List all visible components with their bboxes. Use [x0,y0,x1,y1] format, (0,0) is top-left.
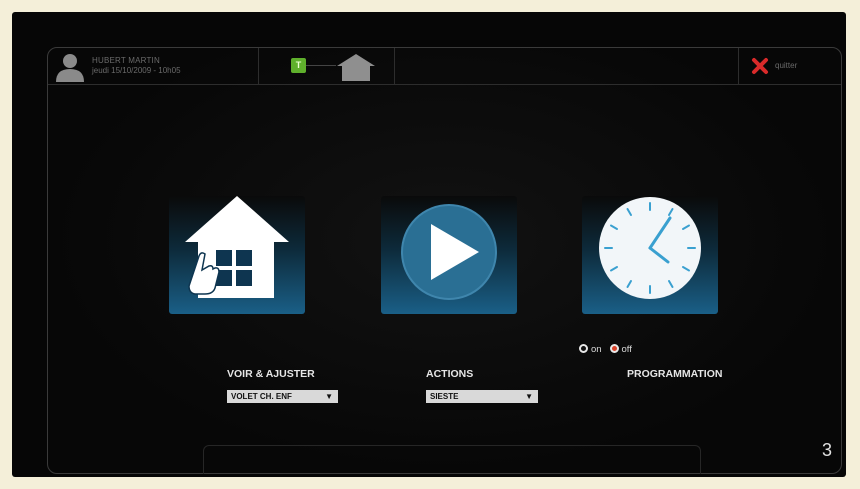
programmation-label: PROGRAMMATION [627,368,723,380]
radio-off-option[interactable]: off [609,343,632,355]
play-icon [401,204,497,300]
voir-ajuster-select[interactable]: VOLET CH. ENF ▼ [227,390,338,403]
topbar-divider [738,48,739,84]
actions-select-value: SIESTE [430,392,459,401]
top-bar: HUBERT MARTIN jeudi 15/10/2009 - 10h05 T… [48,48,841,85]
status-connector [306,65,336,66]
actions-label: ACTIONS [426,368,474,380]
house-hand-icon [185,196,289,298]
chevron-down-icon: ▼ [325,392,333,401]
topbar-divider [394,48,395,84]
home-icon[interactable] [336,53,376,81]
topbar-divider [258,48,259,84]
radio-off-icon[interactable] [609,343,619,353]
programmation-tile[interactable] [582,196,718,314]
touch-screen: HUBERT MARTIN jeudi 15/10/2009 - 10h05 T… [47,47,842,474]
status-badge[interactable]: T [291,58,306,73]
radio-on-label: on [591,344,602,355]
programmation-radio-group: on off [579,343,632,355]
radio-on-option[interactable]: on [579,343,604,355]
user-datetime: jeudi 15/10/2009 - 10h05 [92,66,181,75]
close-icon[interactable] [751,57,769,75]
radio-on-icon[interactable] [579,343,588,353]
voir-ajuster-tile[interactable] [169,196,305,314]
user-name: HUBERT MARTIN [92,56,160,65]
quit-button[interactable]: quitter [775,61,797,70]
clock-icon [599,197,701,299]
bottom-panel [203,445,701,474]
chevron-down-icon: ▼ [525,392,533,401]
page-number: 3 [822,440,833,460]
voir-ajuster-select-value: VOLET CH. ENF [231,392,292,401]
actions-select[interactable]: SIESTE ▼ [426,390,538,403]
actions-tile[interactable] [381,196,517,314]
user-avatar-icon [56,54,84,82]
device-frame: HUBERT MARTIN jeudi 15/10/2009 - 10h05 T… [12,12,846,477]
radio-off-label: off [621,344,632,355]
voir-ajuster-label: VOIR & AJUSTER [227,368,315,380]
